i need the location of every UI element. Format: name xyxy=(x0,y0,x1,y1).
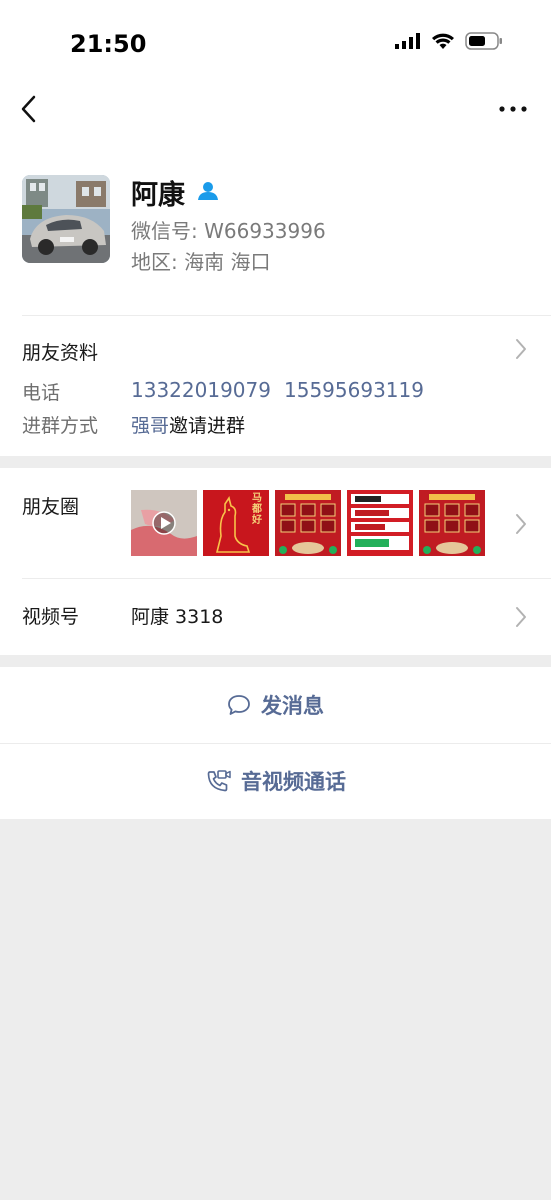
join-method-label: 进群方式 xyxy=(22,415,99,437)
divider xyxy=(22,315,551,316)
more-button[interactable] xyxy=(497,92,529,126)
friend-info-title[interactable]: 朋友资料 xyxy=(22,338,98,365)
divider xyxy=(22,578,551,579)
moment-thumb-alpaca[interactable]: 马 都 好 xyxy=(203,490,269,556)
signal-icon xyxy=(395,33,420,49)
thumb-vertical-text: 马 都 好 xyxy=(252,493,262,526)
join-method-text: 邀请进群 xyxy=(169,415,246,437)
status-icons xyxy=(395,32,503,50)
moments-thumbnails[interactable]: 马 都 好 xyxy=(131,490,485,556)
status-time: 21:50 xyxy=(70,30,147,58)
channels-value[interactable]: 阿康 3318 xyxy=(131,602,223,629)
chevron-left-icon xyxy=(21,95,36,123)
phone-number-1[interactable]: 13322019079 xyxy=(131,378,271,402)
nav-bar xyxy=(0,80,551,140)
region: 地区: 海南 海口 xyxy=(131,250,271,274)
chevron-right-icon[interactable] xyxy=(515,606,527,628)
moment-thumb-promo-1[interactable] xyxy=(275,490,341,556)
wechat-id: 微信号: W66933996 xyxy=(131,219,326,243)
more-dots-icon xyxy=(499,106,527,112)
promo-grid-image xyxy=(275,490,341,556)
status-bar: 21:50 xyxy=(0,0,551,80)
moment-thumb-video[interactable] xyxy=(131,490,197,556)
moments-title[interactable]: 朋友圈 xyxy=(22,492,79,519)
profile-card: 阿康 微信号: W66933996 地区: 海南 海口 朋友资料 电话 1332… xyxy=(0,140,551,456)
phone-video-icon xyxy=(207,770,231,792)
chevron-right-icon[interactable] xyxy=(515,338,527,360)
back-button[interactable] xyxy=(18,92,48,126)
profile-name: 阿康 xyxy=(131,180,185,211)
send-message-button[interactable]: 发消息 xyxy=(0,667,551,743)
audio-video-call-button[interactable]: 音视频通话 xyxy=(0,743,551,819)
contact-person-icon xyxy=(198,182,218,200)
action-section: 发消息 音视频通话 xyxy=(0,667,551,819)
join-method-value: 强哥邀请进群 xyxy=(131,411,245,438)
promo-grid-image-2 xyxy=(419,490,485,556)
phone-number-2[interactable]: 15595693119 xyxy=(284,378,424,402)
wifi-icon xyxy=(432,33,454,49)
send-message-label: 发消息 xyxy=(261,694,324,718)
moment-thumb-promo-3[interactable] xyxy=(419,490,485,556)
battery-icon xyxy=(465,32,502,50)
audio-video-call-label: 音视频通话 xyxy=(241,770,346,794)
avatar[interactable] xyxy=(22,175,110,263)
phone-label: 电话 xyxy=(22,382,61,404)
chat-bubble-icon xyxy=(228,695,250,715)
moments-section: 朋友圈 马 都 好 视频号 阿康 3318 xyxy=(0,468,551,655)
chevron-right-icon[interactable] xyxy=(515,513,527,535)
inviter-link[interactable]: 强哥 xyxy=(131,415,169,437)
channels-title[interactable]: 视频号 xyxy=(22,602,79,629)
avatar-car-image xyxy=(22,175,110,263)
promo-list-image xyxy=(347,490,413,556)
moment-thumb-promo-2[interactable] xyxy=(347,490,413,556)
video-thumbnail-image xyxy=(131,490,197,556)
